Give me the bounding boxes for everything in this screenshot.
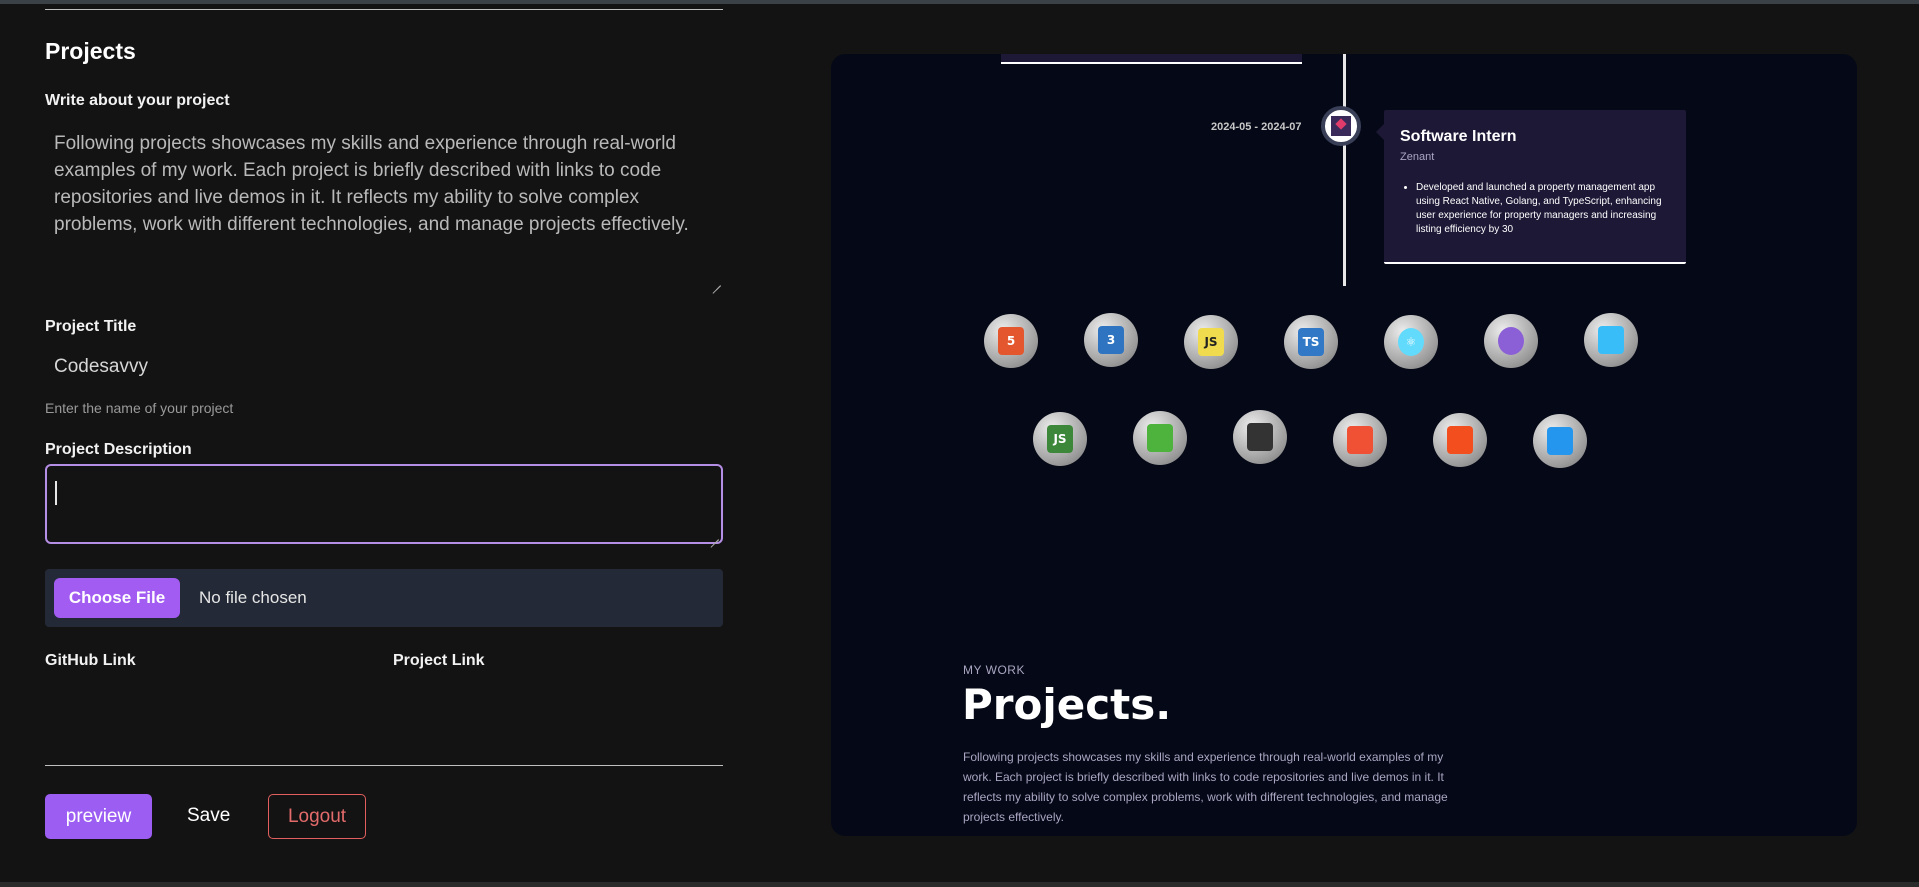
- javascript-icon: JS: [1184, 315, 1238, 369]
- company-logo-icon: [1321, 106, 1361, 146]
- preview-button[interactable]: preview: [45, 794, 152, 839]
- section-divider-top: [45, 9, 723, 10]
- choose-file-button[interactable]: Choose File: [54, 578, 180, 618]
- logout-button[interactable]: Logout: [268, 794, 366, 839]
- timeline-line: [1343, 54, 1346, 286]
- experience-date: 2024-05 - 2024-07: [1211, 121, 1302, 133]
- resize-handle-icon[interactable]: [710, 531, 719, 540]
- experience-company: Zenant: [1400, 151, 1435, 163]
- project-title-input[interactable]: Codesavvy: [54, 356, 148, 378]
- project-link-label: Project Link: [393, 652, 485, 669]
- threejs-icon: [1233, 410, 1287, 464]
- project-description-textarea[interactable]: [45, 464, 723, 544]
- typescript-icon: TS: [1284, 315, 1338, 369]
- experience-point: Developed and launched a property manage…: [1416, 181, 1672, 237]
- docker-icon: [1533, 414, 1587, 468]
- portfolio-preview: 2024-05 - 2024-07 Software Intern Zenant…: [831, 54, 1857, 836]
- section-title: Projects: [45, 38, 136, 64]
- figma-icon: [1433, 413, 1487, 467]
- tailwind-icon: [1584, 313, 1638, 367]
- text-caret: [55, 481, 57, 505]
- about-text: Following projects showcases my skills a…: [54, 133, 689, 235]
- project-description-label: Project Description: [45, 441, 192, 458]
- section-description: Following projects showcases my skills a…: [963, 750, 1448, 824]
- about-label: Write about your project: [45, 92, 230, 109]
- css3-icon: 3: [1084, 313, 1138, 367]
- redux-icon: [1484, 314, 1538, 368]
- html5-icon: 5: [984, 314, 1038, 368]
- section-heading: Projects.: [962, 680, 1172, 729]
- card-arrow: [1376, 124, 1384, 140]
- nodejs-icon: JS: [1033, 412, 1087, 466]
- experience-points: Developed and launched a property manage…: [1400, 181, 1672, 237]
- resize-handle-icon[interactable]: [712, 277, 721, 286]
- git-icon: [1333, 413, 1387, 467]
- save-button[interactable]: Save: [187, 805, 230, 827]
- section-divider-bottom: [45, 765, 723, 766]
- react-icon: ⚛: [1384, 315, 1438, 369]
- experience-title: Software Intern: [1400, 128, 1517, 145]
- about-textarea[interactable]: Following projects showcases my skills a…: [45, 130, 723, 288]
- top-border: [0, 0, 1919, 4]
- mongodb-icon: [1133, 411, 1187, 465]
- project-title-help: Enter the name of your project: [45, 400, 234, 416]
- project-title-label: Project Title: [45, 318, 137, 335]
- section-subtitle: MY WORK: [963, 663, 1025, 677]
- github-link-label: GitHub Link: [45, 652, 136, 669]
- no-file-text: No file chosen: [199, 588, 307, 607]
- file-input[interactable]: Choose File No file chosen: [45, 569, 723, 627]
- experience-card: Software Intern Zenant Developed and lau…: [1384, 110, 1686, 264]
- bottom-border: [0, 882, 1919, 887]
- experience-card-partial: [1001, 54, 1302, 64]
